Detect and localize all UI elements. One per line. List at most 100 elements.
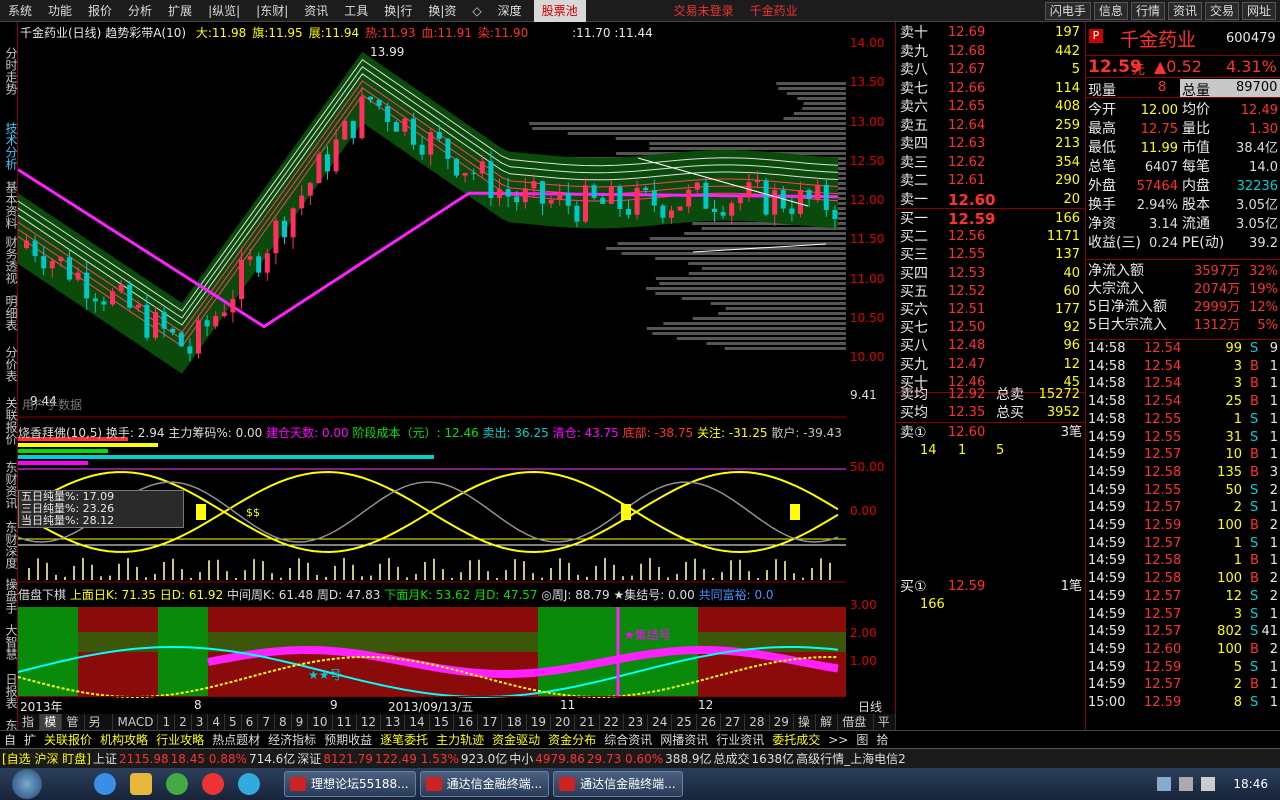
function-button[interactable]: 扩 bbox=[20, 731, 40, 749]
function-button[interactable]: 机构攻略 bbox=[96, 731, 152, 749]
chart-area[interactable]: 千金药业(日线) 趋势彩带A(10) 大:11.98 旗:11.95 展:11.94… bbox=[17, 22, 870, 714]
left-tab[interactable]: 技术分析 bbox=[0, 116, 18, 176]
tick-row[interactable]: 14:59 12.58 100 B 2 bbox=[1086, 570, 1280, 588]
left-tab[interactable]: 财务透视 bbox=[0, 234, 18, 286]
tick-row[interactable]: 14:59 12.59 5 S 1 bbox=[1086, 659, 1280, 677]
function-button[interactable]: 行业攻略 bbox=[152, 731, 208, 749]
indicator-tab[interactable]: 11 bbox=[333, 714, 357, 730]
menu-item[interactable]: 报价 bbox=[80, 0, 120, 22]
order-book-row[interactable]: 卖一 12.60 20 bbox=[896, 191, 1086, 209]
app-icon[interactable] bbox=[202, 773, 224, 795]
indicator-tab[interactable]: 6 bbox=[242, 714, 259, 730]
menu-item[interactable]: |东财| bbox=[248, 0, 296, 22]
menu-item[interactable]: 系统 bbox=[0, 0, 40, 22]
function-button[interactable]: 资金分布 bbox=[544, 731, 600, 749]
function-button[interactable]: 关联报价 bbox=[40, 731, 96, 749]
indicator-tab[interactable]: 25 bbox=[672, 714, 697, 730]
order-book-row[interactable]: 卖八 12.67 5 bbox=[896, 61, 1086, 79]
order-book-row[interactable]: 买一 12.59 166 bbox=[896, 210, 1086, 228]
stock-pool-button[interactable]: 股票池 bbox=[533, 0, 586, 22]
indicator-tab[interactable]: 12 bbox=[357, 714, 382, 730]
menu-item[interactable]: 资讯 bbox=[296, 0, 336, 22]
indicator-tab[interactable]: 15 bbox=[430, 714, 454, 730]
indicator-tab[interactable]: 28 bbox=[745, 714, 770, 730]
menu-item[interactable]: 功能 bbox=[40, 0, 80, 22]
order-book-row[interactable]: 买四 12.53 40 bbox=[896, 265, 1086, 283]
left-tab[interactable]: 分价表 bbox=[0, 340, 18, 388]
indicator-tab[interactable]: 5 bbox=[225, 714, 242, 730]
function-button[interactable]: 自 bbox=[0, 731, 20, 749]
order-book-row[interactable]: 卖七 12.66 114 bbox=[896, 80, 1086, 98]
indicator-tab[interactable]: 解盘 bbox=[816, 714, 839, 745]
order-book-row[interactable]: 卖三 12.62 354 bbox=[896, 154, 1086, 172]
toolbar-button[interactable]: 网址 bbox=[1241, 1, 1276, 20]
indicator-tab[interactable]: 管理 bbox=[62, 714, 85, 745]
function-button[interactable]: 综合资讯 bbox=[600, 731, 656, 749]
left-tab[interactable]: 操盘手 bbox=[0, 574, 18, 618]
indicator-tab[interactable]: 平安 bbox=[874, 714, 896, 745]
taskbar-window-button[interactable]: 通达信金融终端... bbox=[419, 771, 550, 797]
indicator-tab[interactable]: 另存为 bbox=[85, 714, 114, 761]
order-book-row[interactable]: 卖二 12.61 290 bbox=[896, 172, 1086, 190]
order-book-row[interactable]: 卖十 12.69 197 bbox=[896, 24, 1086, 42]
tick-row[interactable]: 14:59 12.60 100 B 2 bbox=[1086, 641, 1280, 659]
function-button[interactable]: 行业资讯 bbox=[712, 731, 768, 749]
toolbar-button[interactable]: 信息 bbox=[1093, 1, 1128, 20]
function-button[interactable]: 资金驱动 bbox=[488, 731, 544, 749]
indicator-tab[interactable]: 18 bbox=[502, 714, 527, 730]
function-button[interactable]: 委托成交 bbox=[768, 731, 824, 749]
indicator-tab[interactable]: 3 bbox=[192, 714, 209, 730]
indicator-tab[interactable]: 16 bbox=[454, 714, 479, 730]
order-book-row[interactable]: 买八 12.48 96 bbox=[896, 337, 1086, 355]
tick-row[interactable]: 14:59 12.57 12 S 2 bbox=[1086, 588, 1280, 606]
left-tab[interactable]: 关联报价 bbox=[0, 388, 18, 454]
indicator-tab[interactable]: 10 bbox=[308, 714, 333, 730]
menu-item[interactable]: 换|行 bbox=[376, 0, 420, 22]
indicator-tab[interactable]: 8 bbox=[275, 714, 292, 730]
left-tab[interactable]: 分时走势 bbox=[0, 26, 18, 116]
order-book-row[interactable]: 卖五 12.64 259 bbox=[896, 117, 1086, 135]
tick-row[interactable]: 14:59 12.57 802 S 41 bbox=[1086, 623, 1280, 641]
order-book-row[interactable]: 买三 12.55 137 bbox=[896, 246, 1086, 264]
menu-item[interactable]: 工具 bbox=[336, 0, 376, 22]
order-book-row[interactable]: 买七 12.50 92 bbox=[896, 319, 1086, 337]
toolbar-button[interactable]: 行情 bbox=[1130, 1, 1165, 20]
left-tab[interactable]: 明细表 bbox=[0, 286, 18, 340]
indicator-tab[interactable]: 27 bbox=[721, 714, 746, 730]
tick-row[interactable]: 14:59 12.57 2 B 1 bbox=[1086, 676, 1280, 694]
menu-item[interactable]: 深度 bbox=[490, 0, 530, 22]
indicator-tab[interactable]: 20 bbox=[551, 714, 576, 730]
function-button[interactable]: 主力轨迹 bbox=[432, 731, 488, 749]
indicator-tab[interactable]: 4 bbox=[208, 714, 226, 730]
function-button[interactable]: 预期收益 bbox=[320, 731, 376, 749]
tick-row[interactable]: 14:58 12.54 99 S 9 bbox=[1086, 340, 1280, 358]
clock[interactable]: 18:46 bbox=[1233, 777, 1268, 791]
ie-icon[interactable] bbox=[94, 773, 116, 795]
indicator-tab[interactable]: 13 bbox=[381, 714, 406, 730]
tick-row[interactable]: 14:59 12.57 2 S 1 bbox=[1086, 499, 1280, 517]
order-book-row[interactable]: 卖四 12.63 213 bbox=[896, 135, 1086, 153]
tick-row[interactable]: 14:58 12.55 1 S 1 bbox=[1086, 411, 1280, 429]
function-button[interactable]: 拾 bbox=[872, 731, 892, 749]
function-button[interactable]: 经济指标 bbox=[264, 731, 320, 749]
indicator-tab[interactable]: 指标 bbox=[18, 714, 41, 745]
left-tab[interactable]: 东财深度 bbox=[0, 516, 18, 574]
left-tab[interactable]: 基本资料 bbox=[0, 176, 18, 234]
function-button[interactable]: >> bbox=[824, 731, 852, 749]
toolbar-button[interactable]: 闪电手 bbox=[1044, 1, 1091, 20]
tick-row[interactable]: 14:59 12.57 10 B 1 bbox=[1086, 446, 1280, 464]
menu-item[interactable]: 换|资 bbox=[420, 0, 464, 22]
indicator-tab[interactable]: 借盘下棋 bbox=[838, 714, 874, 745]
indicator-tab[interactable]: 17 bbox=[478, 714, 503, 730]
order-book-row[interactable]: 买六 12.51 177 bbox=[896, 301, 1086, 319]
tick-row[interactable]: 14:59 12.59 100 B 2 bbox=[1086, 517, 1280, 535]
tick-row[interactable]: 14:59 12.57 1 S 1 bbox=[1086, 535, 1280, 553]
indicator-tab[interactable]: 7 bbox=[258, 714, 275, 730]
indicator-tab[interactable]: 24 bbox=[648, 714, 673, 730]
order-book-row[interactable]: 买二 12.56 1171 bbox=[896, 228, 1086, 246]
network-icon[interactable] bbox=[1179, 777, 1194, 791]
indicator-tab[interactable]: 22 bbox=[600, 714, 624, 730]
tick-row[interactable]: 14:59 12.58 1 B 1 bbox=[1086, 552, 1280, 570]
menu-item[interactable]: ◇ bbox=[464, 0, 489, 22]
order-book-row[interactable]: 买九 12.47 12 bbox=[896, 356, 1086, 374]
